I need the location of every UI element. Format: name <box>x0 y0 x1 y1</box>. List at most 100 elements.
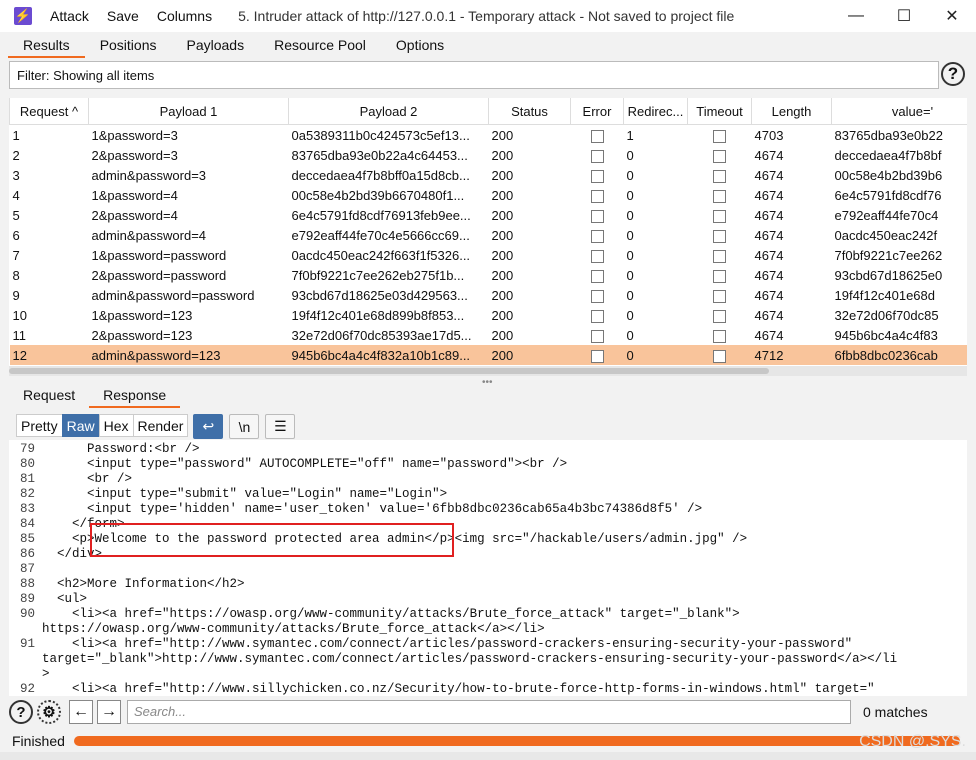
minimize-icon[interactable]: — <box>832 0 880 32</box>
table-row[interactable]: 6 admin&password=4 e792eaff44fe70c4e5666cc… <box>10 225 968 245</box>
table-cell: admin&password=123 <box>88 345 289 365</box>
table-body: 1 1&password=3 0a5389311b0c424573c5ef13...… <box>9 125 968 365</box>
checkbox <box>713 229 726 243</box>
table-cell <box>688 165 752 185</box>
table-row[interactable]: 3 admin&password=3 deccedaea4f7b8bff0a15d8… <box>10 165 968 185</box>
tab-payloads[interactable]: Payloads <box>172 34 260 58</box>
main-tabs: Results Positions Payloads Resource Pool… <box>8 34 459 58</box>
close-icon[interactable]: ✕ <box>928 0 976 32</box>
help-icon[interactable]: ? <box>941 62 965 86</box>
table-cell: 200 <box>491 207 514 223</box>
table-cell: 8 <box>12 267 20 283</box>
column-header[interactable]: Payload 1 <box>88 98 289 125</box>
table-cell <box>571 185 624 205</box>
search-input[interactable]: Search... <box>127 700 851 724</box>
checkbox <box>713 169 726 183</box>
table-cell: 32e72d06f70dc85393ae17d5... <box>291 327 472 343</box>
table-cell: 12 <box>9 345 89 365</box>
table-cell: 4674 <box>754 307 784 323</box>
tab-request[interactable]: Request <box>9 384 89 408</box>
table-cell: 83765dba93e0b22a4c64453... <box>291 147 468 163</box>
view-hex[interactable]: Hex <box>98 414 134 437</box>
view-raw[interactable]: Raw <box>61 414 100 437</box>
table-cell: 0 <box>626 207 634 223</box>
table-cell <box>571 145 624 165</box>
table-cell <box>571 265 624 285</box>
filter-bar[interactable]: Filter: Showing all items <box>9 61 939 89</box>
menu-columns[interactable]: Columns <box>157 8 212 24</box>
table-row[interactable]: 12 admin&password=123 945b6bc4a4c4f832a10b… <box>9 345 967 365</box>
table-cell <box>571 325 624 345</box>
menu-lines-icon[interactable]: ☰ <box>265 414 296 439</box>
table-row[interactable]: 9 admin&password=password 93cbd67d18625e03… <box>10 285 968 305</box>
code-line: <br /> <box>42 472 133 486</box>
table-row[interactable]: 5 2&password=4 6e4c5791fd8cdf76913feb9ee..… <box>10 205 968 225</box>
view-pretty[interactable]: Pretty <box>16 414 63 437</box>
table-cell <box>688 125 752 146</box>
table-cell: 1 <box>626 127 634 143</box>
next-arrow-icon[interactable]: → <box>97 700 121 724</box>
table-cell: 4712 <box>751 345 832 365</box>
wrap-lines-icon[interactable]: ↩ <box>193 414 224 439</box>
show-newlines-button[interactable]: \n <box>229 414 260 439</box>
table-cell: 4674 <box>754 147 784 163</box>
help-icon[interactable]: ? <box>9 700 33 724</box>
column-header[interactable]: Status <box>488 98 571 125</box>
table-row[interactable]: 8 2&password=password 7f0bf9221c7ee262eb27… <box>10 265 968 285</box>
column-header[interactable]: Redirec... <box>623 98 688 125</box>
code-line: <input type="submit" value="Login" name=… <box>42 487 448 501</box>
table-row[interactable]: 11 2&password=123 32e72d06f70dc85393ae17d5… <box>10 325 968 345</box>
splitter-handle[interactable]: ••• <box>482 377 493 388</box>
menu-attack[interactable]: Attack <box>50 8 89 24</box>
table-cell <box>688 265 752 285</box>
settings-gear-icon[interactable]: ⚙ <box>37 700 61 724</box>
tab-resource-pool[interactable]: Resource Pool <box>259 34 381 58</box>
maximize-icon[interactable]: ☐ <box>880 0 928 32</box>
tab-results[interactable]: Results <box>8 34 85 58</box>
previous-arrow-icon[interactable]: ← <box>69 700 93 724</box>
code-line: <input type="password" AUTOCOMPLETE="off… <box>42 457 568 471</box>
table-row[interactable]: 7 1&password=password 0acdc450eac242f663f1… <box>10 245 968 265</box>
checkbox <box>713 329 726 343</box>
table-cell: 0 <box>626 227 634 243</box>
table-cell: 4674 <box>754 327 784 343</box>
line-number: 90 <box>19 607 35 621</box>
table-cell: 3 <box>12 167 20 183</box>
menu-save[interactable]: Save <box>107 8 139 24</box>
table-cell: 7f0bf9221c7ee262eb275f1b... <box>291 267 465 283</box>
table-cell: 6e4c5791fd8cdf76913feb9ee... <box>291 207 471 223</box>
column-header[interactable]: value=' <box>831 98 967 125</box>
table-row[interactable]: 1 1&password=3 0a5389311b0c424573c5ef13...… <box>10 125 968 146</box>
tab-response[interactable]: Response <box>89 384 181 408</box>
table-cell <box>688 145 752 165</box>
line-number: 89 <box>19 592 35 606</box>
response-code-view[interactable]: 79 Password:<br /> 80 <input type="passwo… <box>9 440 967 696</box>
table-row[interactable]: 4 1&password=4 00c58e4b2bd39b6670480f1... 2… <box>10 185 968 205</box>
column-header[interactable]: Request ^ <box>9 98 89 125</box>
table-cell: 4703 <box>754 127 784 143</box>
table-row[interactable]: 10 1&password=123 19f4f12c401e68d899b8f853… <box>10 305 968 325</box>
results-table: Request ^ Payload 1 Payload 2 Status Error Re… <box>9 98 967 366</box>
column-header[interactable]: Payload 2 <box>288 98 489 125</box>
scrollbar-thumb[interactable] <box>9 368 769 374</box>
table-cell: 0 <box>626 307 634 323</box>
table-cell: 93cbd67d18625e03d429563... <box>291 287 468 303</box>
checkbox <box>590 289 604 303</box>
tab-options[interactable]: Options <box>381 34 459 58</box>
table-row[interactable]: 2 2&password=3 83765dba93e0b22a4c64453... 2… <box>10 145 968 165</box>
checkbox <box>713 309 726 323</box>
code-line: Password:<br /> <box>42 442 200 456</box>
column-header[interactable]: Timeout <box>687 98 752 125</box>
tab-positions[interactable]: Positions <box>85 34 172 58</box>
table-cell: 83765dba93e0b22 <box>834 127 943 143</box>
column-header[interactable]: Length <box>751 98 832 125</box>
horizontal-scrollbar[interactable] <box>9 366 967 376</box>
column-header[interactable]: Error <box>570 98 624 125</box>
table-cell: 19f4f12c401e68d <box>834 287 935 303</box>
table-cell: 4674 <box>754 167 784 183</box>
view-render[interactable]: Render <box>132 414 189 437</box>
checkbox <box>590 229 604 243</box>
code-line: <ul> <box>42 592 88 606</box>
table-cell: 2&password=password <box>91 267 227 283</box>
table-cell: 4674 <box>754 227 784 243</box>
